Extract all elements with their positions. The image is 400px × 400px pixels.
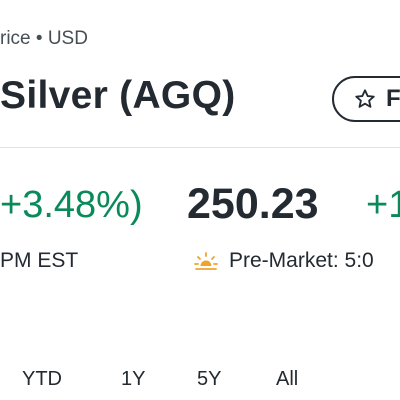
follow-label: Follow	[386, 85, 400, 112]
tab-5y[interactable]: 5Y	[197, 368, 221, 391]
tab-1y[interactable]: 1Y	[121, 368, 145, 391]
sunrise-icon	[194, 252, 218, 277]
exchange-currency-label: rice • USD	[0, 28, 88, 49]
close-timestamp: PM EST	[0, 249, 79, 272]
header-divider	[0, 147, 400, 148]
tab-ytd[interactable]: YTD	[22, 368, 62, 391]
quote-title: Silver (AGQ)	[0, 74, 236, 117]
premarket-timestamp: Pre-Market: 5:0	[229, 249, 374, 272]
range-tabs: YTD 1Y 5Y All	[0, 368, 400, 392]
premarket-change: +1	[366, 184, 400, 226]
premarket-price: 250.23	[187, 180, 319, 228]
quote-page: rice • USD Silver (AGQ) Follow +3.48%) P…	[0, 0, 400, 400]
tab-all[interactable]: All	[276, 368, 298, 391]
follow-button[interactable]: Follow	[332, 76, 400, 122]
close-change-percent: +3.48%)	[0, 184, 143, 226]
star-icon	[354, 88, 376, 110]
